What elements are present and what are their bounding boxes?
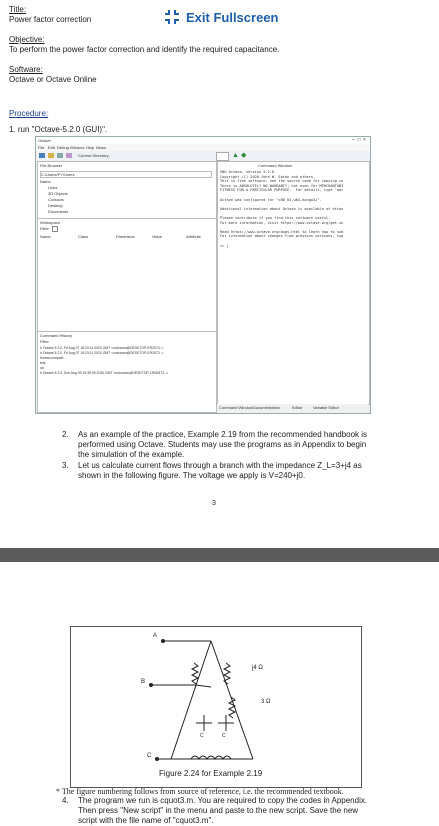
command-window-title: Command Window bbox=[258, 163, 292, 168]
history-filter-label: Filter bbox=[40, 339, 49, 344]
ws-col-name[interactable]: Name bbox=[40, 234, 51, 239]
octave-toolbar: Current Directory: ▲ ◆ bbox=[36, 151, 370, 161]
file-item-3d-objects[interactable]: 3D Objects bbox=[48, 191, 68, 196]
tab-editor[interactable]: Editor bbox=[292, 405, 302, 410]
history-line[interactable]: clc bbox=[40, 366, 44, 370]
bottom-tab-bar: Command Window Documentation Editor Vari… bbox=[217, 404, 368, 411]
tab-variable-editor[interactable]: Variable Editor bbox=[313, 405, 339, 410]
step-4-number: 4. bbox=[62, 796, 69, 805]
file-path-input[interactable]: C:/Users/PY/Users bbox=[40, 171, 212, 178]
exit-fullscreen-icon bbox=[165, 10, 179, 24]
exit-fullscreen-button[interactable]: Exit Fullscreen bbox=[164, 5, 278, 29]
ws-col-value[interactable]: Value bbox=[152, 234, 162, 239]
tab-documentation[interactable]: Documentation bbox=[253, 405, 280, 410]
console-line: For information about changes from previ… bbox=[220, 234, 344, 239]
workspace-filter-label: Filter bbox=[40, 226, 49, 231]
command-history-panel: Command History Filter # Octave 5.2.0, F… bbox=[37, 331, 217, 413]
step-4-line: script with the file name of "cquot3.m". bbox=[78, 816, 214, 825]
menu-edit[interactable]: Edit bbox=[48, 145, 55, 150]
capacitor-label: C bbox=[200, 733, 204, 739]
menu-file[interactable]: File bbox=[38, 145, 44, 150]
copy-icon[interactable] bbox=[57, 153, 63, 158]
step-2-line: the simulation of the example. bbox=[78, 450, 185, 459]
title-label: Title: bbox=[9, 5, 27, 14]
page-divider bbox=[0, 548, 439, 562]
workspace-panel: Workspace Filter Name Class Dimension Va… bbox=[37, 218, 217, 332]
footnote: * The figure numbering follows from sour… bbox=[56, 787, 344, 796]
ws-col-dimension[interactable]: Dimension bbox=[116, 234, 135, 239]
menu-debug[interactable]: Debug bbox=[57, 145, 69, 150]
step-2-line: performed using Octave. Students may use… bbox=[78, 440, 367, 449]
circuit-diagram bbox=[149, 639, 254, 761]
step-3-number: 3. bbox=[62, 461, 69, 470]
step-3-line: Let us calculate current flows through a… bbox=[78, 461, 362, 470]
title-value: Power factor correction bbox=[9, 15, 92, 24]
new-script-icon[interactable] bbox=[39, 153, 45, 158]
open-folder-icon[interactable] bbox=[48, 153, 54, 158]
console-line: FITNESS FOR A PARTICULAR PURPOSE. For de… bbox=[220, 188, 344, 193]
file-item-documents[interactable]: Documents bbox=[48, 209, 68, 214]
workspace-title: Workspace bbox=[40, 220, 60, 225]
octave-gui-screenshot: Octave – □ × File Edit Debug Window Help… bbox=[35, 136, 371, 414]
step-3-line: shown in the following figure. The volta… bbox=[78, 471, 306, 480]
circuit-figure: A B C j4 Ω 3 Ω C C Figure 2.24 for Examp… bbox=[70, 626, 362, 788]
page-number: 3 bbox=[212, 500, 216, 507]
history-line[interactable]: format compact bbox=[40, 356, 63, 360]
file-browser-title: File Browser bbox=[40, 163, 63, 168]
octave-app-name: Octave bbox=[38, 138, 51, 143]
history-line[interactable]: # Octave 5.2.0, Fri Aug 07 18:23:11 2020… bbox=[40, 346, 164, 350]
directory-dropdown[interactable] bbox=[216, 152, 229, 161]
console-line: Please contribute if you find this softw… bbox=[220, 215, 331, 220]
file-item-contacts[interactable]: Contacts bbox=[48, 197, 64, 202]
window-controls-icon: – □ × bbox=[351, 137, 366, 143]
ws-col-attribute[interactable]: Attribute bbox=[186, 234, 201, 239]
history-line[interactable]: # Octave 5.2.0, Fri Aug 07 18:23:11 2020… bbox=[40, 351, 164, 355]
node-a-label: A bbox=[153, 633, 158, 639]
figure-caption: Figure 2.24 for Example 2.19 bbox=[159, 769, 263, 778]
step-2-line: As an example of the practice, Example 2… bbox=[78, 430, 368, 439]
exit-fullscreen-label: Exit Fullscreen bbox=[186, 9, 279, 25]
console-line: For more information, visit https://www.… bbox=[220, 220, 344, 225]
octave-menu-bar: File Edit Debug Window Help News bbox=[36, 144, 370, 151]
capacitor-label: C bbox=[222, 733, 226, 739]
procedure-label: Procedure: bbox=[9, 109, 49, 118]
browse-arrow-icon[interactable]: ◆ bbox=[241, 152, 246, 159]
workspace-filter-checkbox[interactable] bbox=[52, 226, 58, 232]
history-line[interactable]: test bbox=[40, 361, 45, 365]
command-window-panel[interactable]: Command Window GNU Octave, version 5.2.0… bbox=[217, 161, 370, 405]
file-browser-panel: File Browser C:/Users/PY/Users Name Link… bbox=[37, 161, 217, 219]
octave-title-bar: Octave – □ × bbox=[36, 137, 370, 144]
impedance-j4-label: j4 Ω bbox=[252, 665, 263, 671]
current-directory-label: Current Directory: bbox=[78, 153, 110, 158]
objective-label: Objective: bbox=[9, 35, 45, 44]
menu-help[interactable]: Help bbox=[86, 145, 94, 150]
menu-news[interactable]: News bbox=[96, 145, 106, 150]
step-4-line: The program we run is cquot3.m. You are … bbox=[78, 796, 368, 805]
impedance-3-label: 3 Ω bbox=[261, 699, 271, 705]
software-label: Software: bbox=[9, 65, 43, 74]
history-title: Command History bbox=[40, 333, 73, 338]
paste-icon[interactable] bbox=[66, 153, 72, 158]
file-item-links[interactable]: Links bbox=[48, 185, 57, 190]
footnote-text: The figure numbering follows from source… bbox=[61, 787, 344, 796]
step-1-text: 1. run "Octave-5.2.0 (GUI)". bbox=[9, 125, 108, 134]
console-line: >> | bbox=[220, 243, 229, 248]
software-value: Octave or Octave Online bbox=[9, 75, 97, 84]
console-output: GNU Octave, version 5.2.0 Copyright (C) 2… bbox=[220, 170, 343, 248]
node-c-label: C bbox=[147, 753, 152, 759]
step-4-line: Then press "New script" in the menu and … bbox=[78, 806, 359, 815]
file-item-desktop[interactable]: Desktop bbox=[48, 203, 63, 208]
step-2-number: 2. bbox=[62, 430, 69, 439]
history-line[interactable]: # Octave 5.2.0, Sun Aug 09 19:39:09 2020… bbox=[40, 371, 168, 375]
objective-value: To perform the power factor correction a… bbox=[9, 45, 280, 54]
console-line: Additional information about Octave is a… bbox=[220, 206, 344, 211]
node-b-label: B bbox=[141, 679, 146, 685]
tab-command-window[interactable]: Command Window bbox=[219, 405, 253, 410]
menu-window[interactable]: Window bbox=[70, 145, 84, 150]
ws-col-class[interactable]: Class bbox=[78, 234, 88, 239]
go-up-arrow-icon[interactable]: ▲ bbox=[232, 152, 239, 159]
file-name-header: Name bbox=[40, 179, 51, 184]
